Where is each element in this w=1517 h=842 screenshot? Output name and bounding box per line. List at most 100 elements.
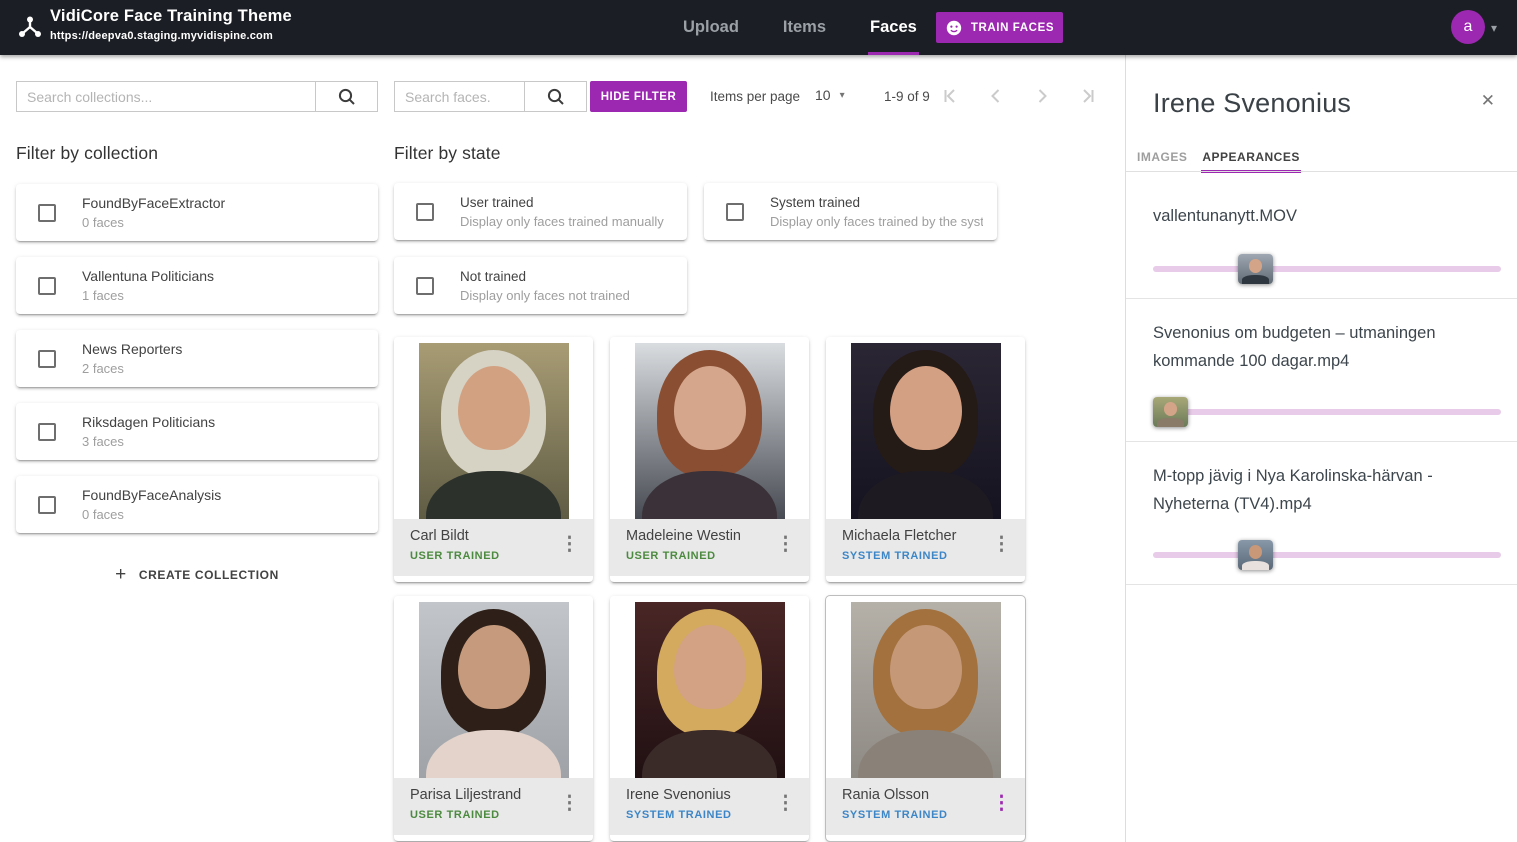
next-page-button[interactable] [1032,86,1052,106]
face-card-grid: Carl Bildt USER TRAINED ⋮ Madeleine West… [394,337,1026,841]
appearance-timeline [1153,266,1501,272]
app-logo-network-icon [17,14,43,40]
face-card-menu-icon[interactable]: ⋮ [992,794,1011,813]
collection-item[interactable]: News Reporters 2 faces [16,330,378,387]
tab-images[interactable]: IMAGES [1136,147,1188,173]
faces-search-bar [394,81,587,112]
collection-item[interactable]: FoundByFaceAnalysis 0 faces [16,476,378,533]
face-photo [635,343,785,519]
state-filter-not-trained[interactable]: Not trained Display only faces not train… [394,257,687,314]
face-photo [419,343,569,519]
top-navbar: VidiCore Face Training Theme https://dee… [0,0,1517,55]
state-filter-checkbox[interactable] [416,203,434,221]
collection-count: 1 faces [82,288,214,303]
last-page-icon [1078,86,1098,106]
face-photo [419,602,569,778]
state-filter-grid: User trained Display only faces trained … [394,183,1026,314]
collection-name: News Reporters [82,341,182,357]
collection-checkbox[interactable] [38,204,56,222]
first-page-icon [940,86,960,106]
face-card-michaela-fletcher[interactable]: Michaela Fletcher SYSTEM TRAINED ⋮ [826,337,1025,582]
collections-sidebar: Filter by collection FoundByFaceExtracto… [16,81,378,592]
face-detail-panel: Irene Svenonius ✕ IMAGES APPEARANCES val… [1125,55,1517,842]
face-card-carl-bildt[interactable]: Carl Bildt USER TRAINED ⋮ [394,337,593,582]
faces-search-input[interactable] [395,82,524,111]
state-filter-user-trained[interactable]: User trained Display only faces trained … [394,183,687,240]
face-card-menu-icon[interactable]: ⋮ [776,535,795,554]
face-photo [635,602,785,778]
user-avatar[interactable]: a [1451,10,1485,44]
appearance-thumbnail[interactable] [1153,397,1188,427]
face-card-menu-icon[interactable]: ⋮ [776,794,795,813]
last-page-button[interactable] [1078,86,1098,106]
face-card-madeleine-westin[interactable]: Madeleine Westin USER TRAINED ⋮ [610,337,809,582]
brand-block: VidiCore Face Training Theme https://dee… [50,7,292,42]
chevron-left-icon [986,86,1006,106]
train-faces-button[interactable]: TRAIN FACES [936,12,1063,43]
close-icon[interactable]: ✕ [1481,91,1495,111]
face-photo [851,343,1001,519]
collection-checkbox[interactable] [38,496,56,514]
face-card-menu-icon[interactable]: ⋮ [560,794,579,813]
collection-item[interactable]: FoundByFaceExtractor 0 faces [16,184,378,241]
create-collection-button[interactable]: + CREATE COLLECTION [105,557,289,592]
collection-count: 2 faces [82,361,182,376]
appearance-timeline [1153,552,1501,558]
nav-item-upload[interactable]: Upload [681,0,741,55]
nav-item-faces[interactable]: Faces [868,0,919,55]
collection-name: Riksdagen Politicians [82,414,215,430]
appearance-thumbnail[interactable] [1238,540,1273,570]
state-filter-checkbox[interactable] [416,277,434,295]
pagination-range-label: 1-9 of 9 [884,89,930,104]
face-card-parisa-liljestrand[interactable]: Parisa Liljestrand USER TRAINED ⋮ [394,596,593,841]
face-card-menu-icon[interactable]: ⋮ [560,535,579,554]
collection-checkbox[interactable] [38,277,56,295]
app-title: VidiCore Face Training Theme [50,7,292,26]
search-icon [337,87,357,107]
face-card-irene-svenonius[interactable]: Irene Svenonius SYSTEM TRAINED ⋮ [610,596,809,841]
caret-down-icon: ▾ [840,90,845,101]
face-card-rania-olsson[interactable]: Rania Olsson SYSTEM TRAINED ⋮ [826,596,1025,841]
face-card-menu-icon[interactable]: ⋮ [992,535,1011,554]
first-page-button[interactable] [940,86,960,106]
main-nav: Upload Items Faces [681,0,919,55]
appearance-filename: vallentunanytt.MOV [1153,204,1501,228]
appearance-thumbnail[interactable] [1238,254,1273,284]
collection-item[interactable]: Riksdagen Politicians 3 faces [16,403,378,460]
appearances-list: vallentunanytt.MOV Svenonius om budgeten… [1126,172,1517,585]
tab-appearances[interactable]: APPEARANCES [1201,147,1301,173]
appearance-timeline [1153,409,1501,415]
items-per-page-label: Items per page [710,89,800,104]
faces-search-button[interactable] [524,82,586,111]
create-collection-label: CREATE COLLECTION [139,568,279,582]
train-faces-label: TRAIN FACES [971,22,1054,34]
filter-by-state-heading: Filter by state [394,143,1026,164]
collection-count: 3 faces [82,434,215,449]
collection-name: Vallentuna Politicians [82,268,214,284]
search-icon [546,87,566,107]
nav-item-items[interactable]: Items [781,0,828,55]
previous-page-button[interactable] [986,86,1006,106]
collection-checkbox[interactable] [38,350,56,368]
app-root: VidiCore Face Training Theme https://dee… [0,0,1517,842]
state-filter-system-trained[interactable]: System trained Display only faces traine… [704,183,997,240]
items-per-page-value: 10 [815,87,831,103]
collection-name: FoundByFaceAnalysis [82,487,221,503]
faces-toolbar: HIDE FILTER Items per page 10 ▾ 1-9 of 9 [394,81,1026,112]
hide-filter-button[interactable]: HIDE FILTER [590,81,687,112]
plus-icon: + [115,565,127,584]
collection-name: FoundByFaceExtractor [82,195,225,211]
collection-checkbox[interactable] [38,423,56,441]
collections-search-bar [16,81,378,112]
collections-search-button[interactable] [315,82,377,111]
filter-by-collection-heading: Filter by collection [16,143,378,164]
state-filter-name: System trained [770,195,983,210]
avatar-menu-caret-icon[interactable]: ▾ [1491,21,1497,35]
state-filter-checkbox[interactable] [726,203,744,221]
collection-item[interactable]: Vallentuna Politicians 1 faces [16,257,378,314]
appearance-filename: Svenonius om budgeten – utmaningen komma… [1153,319,1501,375]
collections-search-input[interactable] [17,82,315,111]
items-per-page-select[interactable]: 10 ▾ [815,87,845,103]
app-url: https://deepva0.staging.myvidispine.com [50,30,292,42]
collection-count: 0 faces [82,507,221,522]
